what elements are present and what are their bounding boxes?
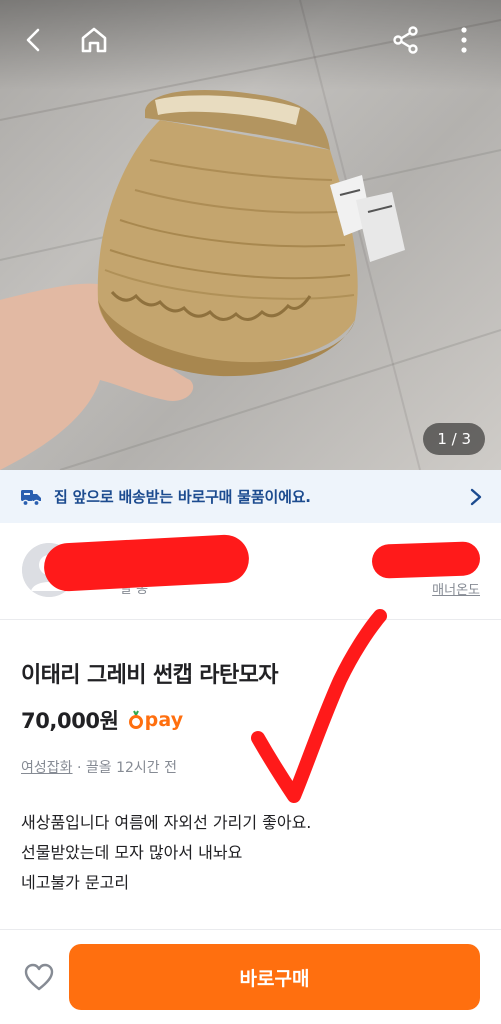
- redaction-mark-temperature: [371, 541, 481, 579]
- product-meta: 여성잡화 · 끌올 12시간 전: [21, 757, 177, 777]
- delivery-banner[interactable]: 집 앞으로 배송받는 바로구매 물품이에요.: [0, 470, 501, 523]
- share-button[interactable]: [386, 20, 426, 60]
- manner-temperature-link[interactable]: 매너온도: [432, 579, 480, 598]
- chevron-left-icon: [26, 28, 40, 52]
- like-button[interactable]: [20, 958, 58, 996]
- heart-outline-icon: [24, 963, 54, 991]
- product-photo[interactable]: 1 / 3: [0, 0, 501, 470]
- chevron-right-icon: [470, 488, 482, 505]
- description-line: 새상품입니다 여름에 자외선 가리기 좋아요.: [21, 813, 312, 832]
- carrot-pay-badge: pay: [128, 709, 184, 731]
- more-options-button[interactable]: [444, 20, 484, 60]
- carrot-icon: [128, 710, 143, 729]
- more-vertical-icon: [461, 27, 467, 53]
- buy-now-button[interactable]: 바로구매: [69, 944, 480, 1010]
- meta-separator: ·: [72, 760, 86, 776]
- description-line: 선물받았는데 모자 많아서 내놔요: [21, 843, 243, 862]
- description-line: 네고불가 문고리: [21, 873, 130, 892]
- bottom-action-bar: 바로구매: [0, 929, 501, 1024]
- price-row: 70,000원 pay: [21, 705, 183, 735]
- delivery-truck-icon: [21, 489, 41, 506]
- delivery-banner-text: 집 앞으로 배송받는 바로구매 물품이에요.: [54, 488, 311, 506]
- home-button[interactable]: [74, 20, 114, 60]
- seller-profile[interactable]: 날 동 매너온도: [0, 523, 501, 620]
- product-description: 새상품입니다 여름에 자외선 가리기 좋아요. 선물받았는데 모자 많아서 내놔…: [21, 808, 311, 898]
- category-link[interactable]: 여성잡화: [21, 760, 73, 776]
- redaction-mark-name: [42, 533, 251, 593]
- image-counter: 1 / 3: [423, 423, 485, 455]
- product-title: 이태리 그레비 썬캡 라탄모자: [21, 663, 278, 688]
- back-button[interactable]: [14, 20, 54, 60]
- bumped-time: 끌올 12시간 전: [85, 760, 178, 776]
- product-price: 70,000원: [21, 709, 119, 733]
- home-icon: [81, 27, 107, 53]
- share-icon: [393, 26, 418, 54]
- pay-label: pay: [144, 709, 184, 731]
